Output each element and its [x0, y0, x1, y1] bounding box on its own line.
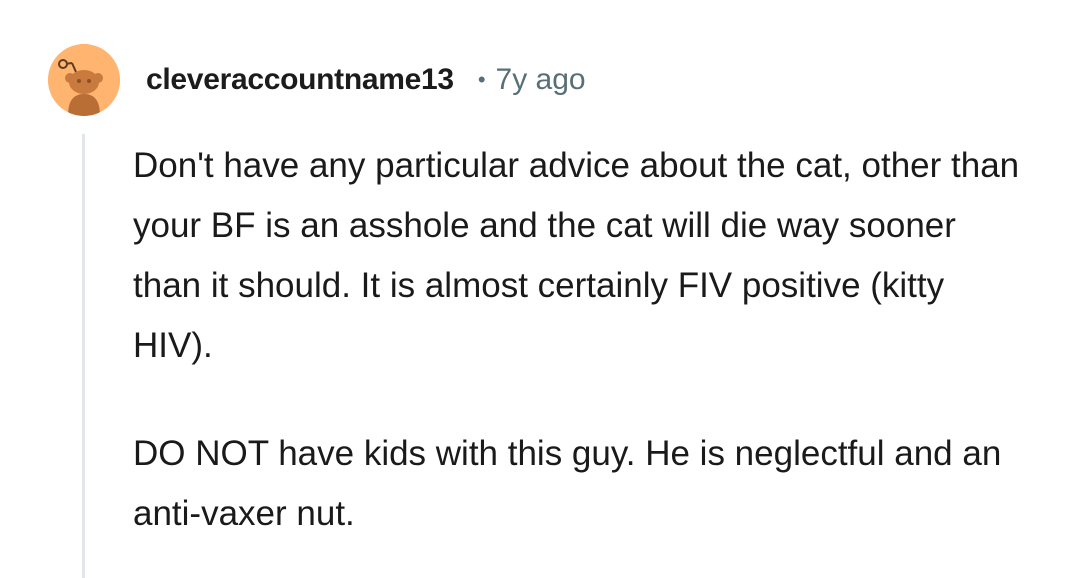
snoo-avatar-icon	[48, 44, 120, 116]
comment-body: Don't have any particular advice about t…	[133, 136, 1033, 544]
comment-paragraph: Don't have any particular advice about t…	[133, 146, 1020, 365]
thread-line[interactable]	[82, 134, 85, 578]
avatar[interactable]	[48, 44, 120, 116]
meta-separator: •	[477, 67, 486, 92]
username-link[interactable]: cleveraccountname13	[146, 63, 454, 97]
comment-paragraph: DO NOT have kids with this guy. He is ne…	[133, 434, 1002, 533]
comment: cleveraccountname13 • 7y ago Don't have …	[0, 0, 1080, 578]
comment-age: 7y ago	[495, 63, 586, 96]
comment-header: cleveraccountname13 • 7y ago	[48, 44, 586, 116]
